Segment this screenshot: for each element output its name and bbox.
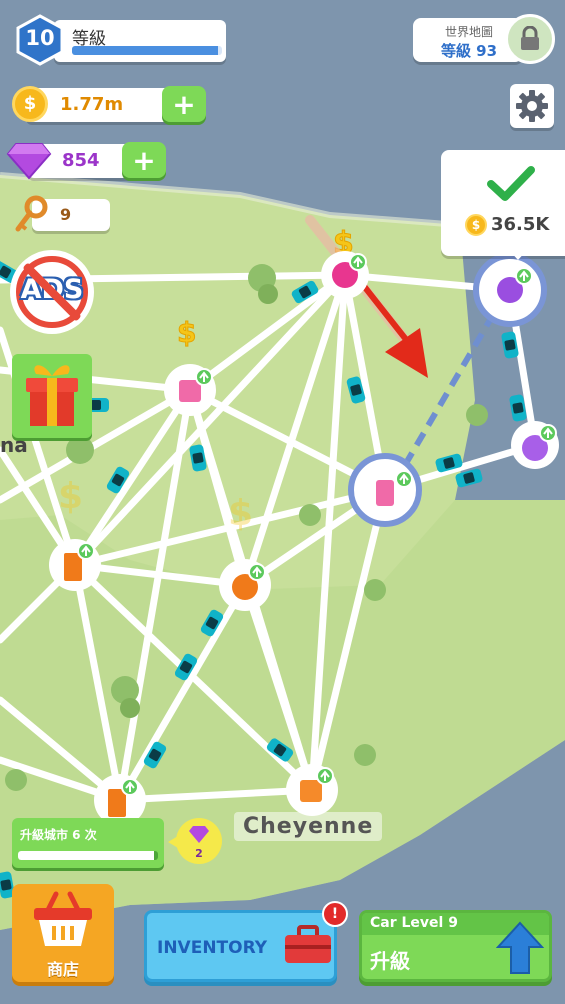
city-upgrade-task[interactable]: 升級城市 6 次 2 <box>12 818 232 872</box>
player-level-panel: 等級 10 <box>14 14 228 66</box>
building-selected[interactable] <box>348 453 422 527</box>
settings-button[interactable] <box>510 84 554 128</box>
world-map-button[interactable]: 世界地圖 等級 93 <box>413 14 559 68</box>
car-level-title: Car Level 9 <box>370 915 458 931</box>
car-level-action: 升級 <box>370 949 410 973</box>
player-level-value: 10 <box>25 26 55 50</box>
gems-counter: 854 + <box>6 140 176 182</box>
add-coins-button[interactable]: + <box>162 86 206 122</box>
globe-lock-icon <box>505 14 555 64</box>
shop-button[interactable]: 商店 <box>12 884 114 982</box>
xp-bar <box>72 46 222 55</box>
gem-icon <box>189 826 209 843</box>
gift-button[interactable] <box>12 354 92 438</box>
unlock-cost: 36.5K <box>491 214 550 235</box>
building-purple-locked[interactable] <box>473 253 547 327</box>
coins-counter: $ 1.77m + <box>12 84 212 126</box>
toolbox-icon <box>285 925 331 963</box>
inventory-alert-badge: ! <box>322 901 348 927</box>
gift-icon <box>26 365 78 426</box>
keys-counter: 9 <box>12 195 112 235</box>
coin-icon: $ <box>465 214 487 236</box>
city-upgrade-label: 升級城市 6 次 <box>20 828 97 842</box>
offscreen-city-label: na <box>0 433 28 457</box>
gems-value: 854 <box>62 150 100 171</box>
add-gems-button[interactable]: + <box>122 142 166 178</box>
world-map-level: 等級 93 <box>440 42 498 60</box>
coins-value: 1.77m <box>60 94 124 115</box>
inventory-button[interactable]: INVENTORY ! <box>144 901 348 982</box>
gear-icon <box>516 90 548 122</box>
car-level-upgrade-button[interactable]: Car Level 9 升級 <box>359 910 552 982</box>
city-upgrade-progress-fill <box>18 851 154 860</box>
basket-icon <box>34 891 92 946</box>
building-orange-bottom[interactable] <box>286 764 338 816</box>
no-ads-button[interactable]: ADS <box>10 250 94 334</box>
dollar-icon: $ <box>177 316 196 349</box>
keys-value: 9 <box>60 205 72 224</box>
checkmark-icon <box>487 166 535 201</box>
coin-icon: $ <box>12 86 48 122</box>
dollar-icon: $ <box>228 493 253 534</box>
unlock-popup[interactable]: $ 36.5K <box>441 150 565 260</box>
building-pink-left[interactable] <box>164 364 216 416</box>
gem-icon <box>6 143 52 180</box>
city-name-label: Cheyenne <box>234 812 383 841</box>
city-upgrade-progress <box>18 851 158 860</box>
world-map-title: 世界地圖 <box>444 25 493 39</box>
building-purple-right[interactable] <box>511 421 559 469</box>
shop-label: 商店 <box>46 960 79 979</box>
building-pink-top[interactable] <box>321 251 369 299</box>
upgrade-arrow-icon <box>496 921 544 974</box>
inventory-label: INVENTORY <box>157 938 268 958</box>
dollar-icon: $ <box>58 476 83 517</box>
building-orange-left[interactable] <box>49 539 101 591</box>
building-orange-center[interactable] <box>219 559 271 611</box>
key-icon <box>15 195 48 232</box>
xp-bar-fill <box>72 46 218 55</box>
gem-reward-value: 2 <box>195 847 203 860</box>
